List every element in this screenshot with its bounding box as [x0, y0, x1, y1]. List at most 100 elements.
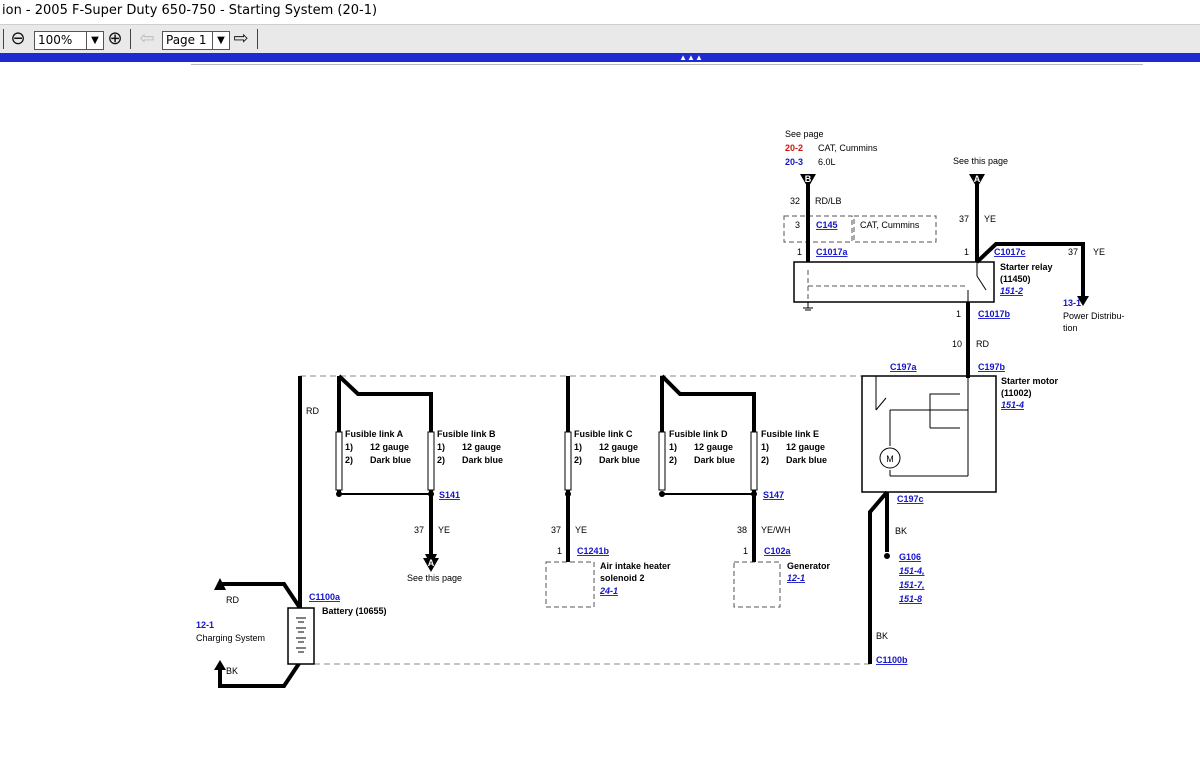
relay-name: Starter relay	[1000, 262, 1053, 272]
wire-bk-starter: BK	[895, 526, 907, 536]
wire-ye-c: YE	[575, 525, 587, 535]
relay-ground-icon	[803, 302, 813, 311]
g106-ground-icon	[884, 553, 890, 559]
pin-1-c102a: 1	[743, 546, 748, 556]
charging-system-label: Charging System	[196, 633, 265, 643]
heater-name-2: solenoid 2	[600, 573, 645, 583]
ref-12-1: 12-1	[196, 620, 214, 630]
wire-ye-top: YE	[984, 214, 996, 224]
relay-number: (11450)	[1000, 274, 1031, 284]
wire-rd-10-label: RD	[976, 339, 989, 349]
wire-37-b: 37	[414, 525, 424, 535]
generator-ref-link: 12-1	[787, 573, 805, 583]
c145-link: C145	[816, 220, 838, 230]
fusible-link-b-l1n: 1)	[437, 442, 445, 452]
pin-1-c1241b: 1	[557, 546, 562, 556]
fusible-link-c-body	[564, 431, 572, 491]
battery-name: Battery (10655)	[322, 606, 387, 616]
fusible-link-c-l1n: 1)	[574, 442, 582, 452]
c1017c-link: C1017c	[994, 247, 1026, 257]
s141-link: S141	[439, 490, 460, 500]
c1100a-link: C1100a	[309, 592, 341, 602]
c1100b-link: C1100b	[876, 655, 908, 665]
starter-number: (11002)	[1001, 388, 1032, 398]
fusible-link-e-l2n: 2)	[761, 455, 769, 465]
starter-relay-box	[793, 261, 995, 303]
connector-a-top[interactable]: A	[969, 174, 985, 188]
wire-10-label: 10	[952, 339, 962, 349]
fusible-link-d-l2: Dark blue	[694, 455, 735, 465]
fusible-link-e-body	[750, 431, 758, 491]
wire-bk-charging: BK	[226, 666, 238, 676]
fusible-link-c-name: Fusible link C	[574, 429, 633, 439]
wire-32-label: 32	[790, 196, 800, 206]
c1017b-link: C1017b	[978, 309, 1011, 319]
fusible-link-e-l1n: 1)	[761, 442, 769, 452]
connector-b[interactable]: B	[800, 174, 816, 188]
starter-ref-link: 151-4	[1001, 400, 1024, 410]
wire-37-top: 37	[959, 214, 969, 224]
pin-1-c1017b: 1	[956, 309, 961, 319]
pin-1-c1017c: 1	[964, 247, 969, 257]
fusible-link-c-l1: 12 gauge	[599, 442, 638, 452]
ref-13-1: 13-1	[1063, 298, 1081, 308]
fusible-link-a-body	[335, 431, 343, 491]
c1241b-link: C1241b	[577, 546, 610, 556]
wire-rdlb-label: RD/LB	[815, 196, 842, 206]
wire-rd-main: RD	[306, 406, 319, 416]
generator-outline	[733, 561, 781, 608]
relay-ref-link: 151-2	[1000, 286, 1023, 296]
fusible-link-d-name: Fusible link D	[669, 429, 728, 439]
ref-20-3-desc: 6.0L	[818, 157, 836, 167]
pin-3-label: 3	[795, 220, 800, 230]
wire-37-right: 37	[1068, 247, 1078, 257]
fusible-link-d-l1n: 1)	[669, 442, 677, 452]
fusible-link-c-l2: Dark blue	[599, 455, 640, 465]
see-this-page-top: See this page	[953, 156, 1008, 166]
c1017a-link: C1017a	[816, 247, 849, 257]
connector-a-bottom-label: A	[428, 558, 435, 568]
g106-link: G106	[899, 552, 921, 562]
fusible-link-b-name: Fusible link B	[437, 429, 496, 439]
c197c-link: C197c	[897, 494, 924, 504]
heater-name-1: Air intake heater	[600, 561, 671, 571]
wire-ye-b: YE	[438, 525, 450, 535]
generator-name: Generator	[787, 561, 831, 571]
power-distribution-label-2: tion	[1063, 323, 1078, 333]
fusible-link-d-l1: 12 gauge	[694, 442, 733, 452]
cat-cummins-label: CAT, Cummins	[860, 220, 920, 230]
wiring-diagram: B A A M See page 20-2 CAT, Cummins 20-3 …	[196, 129, 1125, 688]
wire-bk-lower: BK	[876, 631, 888, 641]
wire-rd-charging: RD	[226, 595, 239, 605]
fusible-link-b-body	[427, 431, 435, 491]
fusible-link-b-l1: 12 gauge	[462, 442, 501, 452]
wire-38-label: 38	[737, 525, 747, 535]
pin-1-c1017a: 1	[797, 247, 802, 257]
c102a-link: C102a	[764, 546, 792, 556]
fusible-link-a-l2: Dark blue	[370, 455, 411, 465]
fusible-link-a-name: Fusible link A	[345, 429, 404, 439]
fusible-link-a-l1n: 1)	[345, 442, 353, 452]
fusible-link-b-l2: Dark blue	[462, 455, 503, 465]
ref-20-2-desc: CAT, Cummins	[818, 143, 878, 153]
fusible-link-a-l2n: 2)	[345, 455, 353, 465]
connector-a-bottom[interactable]: A	[423, 558, 439, 572]
connector-a-label: A	[974, 174, 981, 184]
see-this-page-bottom: See this page	[407, 573, 462, 583]
fusible-link-d-l2n: 2)	[669, 455, 677, 465]
dashed-bus-lines	[300, 375, 870, 665]
s147-link: S147	[763, 490, 784, 500]
fusible-link-e-l2: Dark blue	[786, 455, 827, 465]
fusible-link-b-l2n: 2)	[437, 455, 445, 465]
wire-yewh-label: YE/WH	[761, 525, 791, 535]
fusible-link-c-l2n: 2)	[574, 455, 582, 465]
battery-box	[287, 607, 315, 665]
starter-motor-box	[861, 375, 997, 493]
g106-ref-2: 151-7,	[899, 580, 925, 590]
motor-symbol: M	[886, 454, 894, 464]
wire-37-c: 37	[551, 525, 561, 535]
c197a-link: C197a	[890, 362, 918, 372]
fusible-link-e-l1: 12 gauge	[786, 442, 825, 452]
c197b-link: C197b	[978, 362, 1006, 372]
connector-b-label: B	[805, 174, 812, 184]
